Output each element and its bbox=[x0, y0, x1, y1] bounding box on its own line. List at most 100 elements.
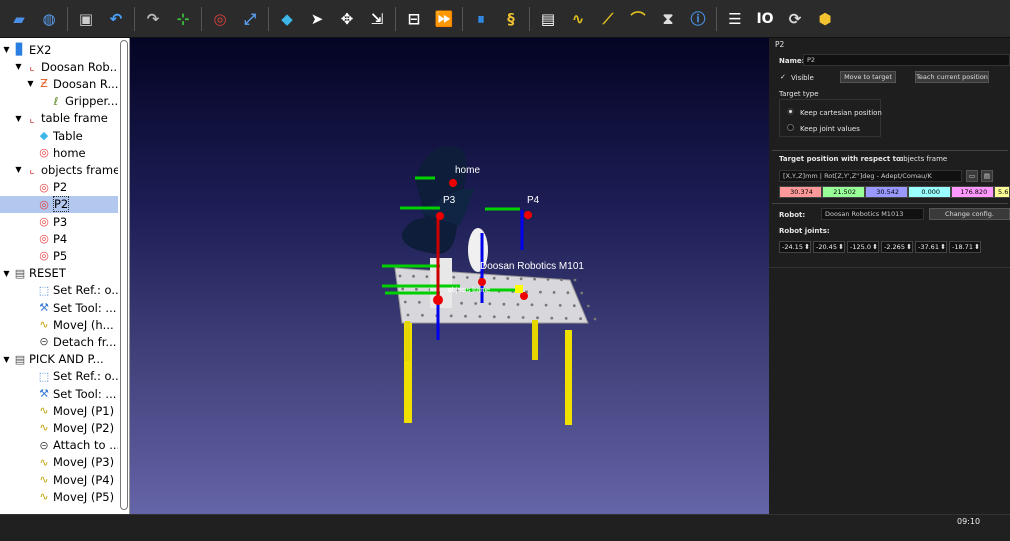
tree-item-reset-set-ref[interactable]: ⬚ Set Ref.: o... bbox=[0, 282, 118, 299]
move-reference-icon[interactable]: ⇲ bbox=[365, 7, 389, 31]
movej-icon[interactable]: ∿ bbox=[566, 7, 590, 31]
save-icon[interactable]: ▣ bbox=[74, 7, 98, 31]
python-icon[interactable]: § bbox=[499, 7, 523, 31]
io-icon[interactable]: IO bbox=[753, 7, 777, 31]
keep-cartesian-radio[interactable] bbox=[787, 108, 794, 115]
expand-arrow-icon[interactable]: ▼ bbox=[14, 165, 23, 174]
tree-item-attach[interactable]: ⊝ Attach to ... bbox=[0, 437, 118, 454]
pause-icon[interactable]: ⏸ bbox=[469, 7, 493, 31]
pose-value-3[interactable]: 30.542 bbox=[865, 186, 909, 198]
joint-4-spinbox[interactable]: -2.265 ⬍ bbox=[881, 241, 913, 253]
pose-value-4[interactable]: 0.000 bbox=[908, 186, 952, 198]
spin-arrows-icon[interactable]: ⬍ bbox=[974, 243, 980, 251]
list-icon[interactable]: ☰ bbox=[723, 7, 747, 31]
pause-instruction-icon[interactable]: ⧗ bbox=[656, 7, 680, 31]
open-icon[interactable]: ▰ bbox=[7, 7, 31, 31]
expand-arrow-icon[interactable]: ▼ bbox=[14, 62, 23, 71]
tree-scrollbar-thumb[interactable] bbox=[120, 40, 128, 510]
target-position-label: Target position with respect to: bbox=[779, 155, 904, 163]
fast-run-icon[interactable]: ⏩ bbox=[432, 7, 456, 31]
spin-arrows-icon[interactable]: ⬍ bbox=[906, 243, 912, 251]
pose-value-1[interactable]: 30.374 bbox=[779, 186, 823, 198]
robot-select[interactable]: Doosan Robotics M1013 bbox=[821, 208, 924, 220]
tree-item-reset[interactable]: ▼ ▤ RESET bbox=[0, 265, 118, 282]
tree-item-ex2[interactable]: ▼ ▊ EX2 bbox=[0, 41, 118, 58]
pose-value-2[interactable]: 21.502 bbox=[822, 186, 866, 198]
reset-icon[interactable]: ⟳ bbox=[783, 7, 807, 31]
spin-arrows-icon[interactable]: ⬍ bbox=[838, 243, 844, 251]
tree-item-objects-frame[interactable]: ▼ ⌞ objects frame bbox=[0, 161, 118, 178]
tree-item-p5[interactable]: ◎ P5 bbox=[0, 247, 118, 264]
joint-1-spinbox[interactable]: -24.15 ⬍ bbox=[779, 241, 811, 253]
tree-item-table[interactable]: ◆ Table bbox=[0, 127, 118, 144]
movec-icon[interactable]: ⌒ bbox=[626, 7, 650, 31]
tree-item-p2-b[interactable]: ◎ P2 bbox=[0, 195, 118, 213]
movel-icon[interactable]: ⟋ bbox=[596, 7, 620, 31]
pose-value-5[interactable]: 176.820 bbox=[951, 186, 995, 198]
fit-all-icon[interactable]: ⤢ bbox=[238, 7, 262, 31]
tree-scrollbar[interactable] bbox=[118, 38, 129, 514]
frame-icon: ⌞ bbox=[29, 60, 35, 74]
tree-item-doosan-robot-base[interactable]: ▼ ⌞ Doosan Rob... bbox=[0, 58, 118, 75]
expand-arrow-icon[interactable]: ▼ bbox=[14, 114, 23, 123]
select-icon[interactable]: ➤ bbox=[305, 7, 329, 31]
3d-viewport[interactable]: home P3 P4 Doosan Robotics M101 objects … bbox=[130, 38, 769, 514]
tree-item-doosan-robot[interactable]: ▼ Ƶ Doosan R... bbox=[0, 75, 118, 92]
spin-arrows-icon[interactable]: ⬍ bbox=[872, 243, 878, 251]
joint-3-spinbox[interactable]: -125.0 ⬍ bbox=[847, 241, 879, 253]
tree-item-movej-p1[interactable]: ∿ MoveJ (P1) bbox=[0, 402, 118, 419]
copy-icon[interactable]: ▭ bbox=[966, 170, 978, 182]
joint-6-spinbox[interactable]: -18.71 ⬍ bbox=[949, 241, 981, 253]
add-program-icon[interactable]: ▤ bbox=[536, 7, 560, 31]
tree-item-pick-and-place[interactable]: ▼ ▤ PICK AND P... bbox=[0, 351, 118, 368]
collision-icon[interactable]: ⬢ bbox=[813, 7, 837, 31]
change-config-button[interactable]: Change config. bbox=[929, 208, 1010, 220]
spin-arrows-icon[interactable]: ⬍ bbox=[940, 243, 946, 251]
cube-view-icon[interactable]: ◆ bbox=[275, 7, 299, 31]
tree-item-reset-detach[interactable]: ⊝ Detach fr... bbox=[0, 333, 118, 350]
tree-item-movej-p2[interactable]: ∿ MoveJ (P2) bbox=[0, 419, 118, 436]
joint-2-spinbox[interactable]: -20.45 ⬍ bbox=[813, 241, 845, 253]
tree-item-label: PICK AND P... bbox=[29, 352, 104, 367]
tree-item-home[interactable]: ◎ home bbox=[0, 144, 118, 161]
set-tool-icon: ⚒ bbox=[39, 387, 49, 400]
expand-arrow-icon[interactable]: ▼ bbox=[2, 45, 11, 54]
tree-item-gripper[interactable]: ℓ Gripper... bbox=[0, 93, 118, 110]
tree-item-pnp-set-tool[interactable]: ⚒ Set Tool: ... bbox=[0, 385, 118, 402]
pose-format-select[interactable]: [X,Y,Z]mm | Rot[Z,Y',Z'']deg - Adept/Com… bbox=[779, 170, 962, 182]
move-to-target-button[interactable]: Move to target bbox=[840, 71, 896, 83]
tree-item-table-frame[interactable]: ▼ ⌞ table frame bbox=[0, 110, 118, 127]
tree-item-reset-set-tool[interactable]: ⚒ Set Tool: ... bbox=[0, 299, 118, 316]
add-frame-icon[interactable]: ⊹ bbox=[171, 7, 195, 31]
tree-item-movej-p3[interactable]: ∿ MoveJ (P3) bbox=[0, 454, 118, 471]
paste-icon[interactable]: ▤ bbox=[981, 170, 993, 182]
tree-item-label: Doosan Rob... bbox=[41, 59, 118, 74]
expand-arrow-icon[interactable]: ▼ bbox=[26, 79, 35, 88]
expand-arrow-icon[interactable]: ▼ bbox=[2, 355, 11, 364]
tree-item-p4[interactable]: ◎ P4 bbox=[0, 230, 118, 247]
tool-select-icon[interactable]: ⊟ bbox=[402, 7, 426, 31]
tree-item-movej-p5[interactable]: ∿ MoveJ (P5) bbox=[0, 488, 118, 505]
teach-current-position-button[interactable]: Teach current position bbox=[915, 71, 989, 83]
joint-5-spinbox[interactable]: -37.61 ⬍ bbox=[915, 241, 947, 253]
tree-item-reset-movej-home[interactable]: ∿ MoveJ (h... bbox=[0, 316, 118, 333]
tree-item-p2-a[interactable]: ◎ P2 bbox=[0, 179, 118, 196]
add-target-icon[interactable]: ◎ bbox=[208, 7, 232, 31]
tree-item-label: MoveJ (h... bbox=[53, 317, 114, 332]
tree-item-pnp-set-ref[interactable]: ⬚ Set Ref.: o... bbox=[0, 368, 118, 385]
globe-icon[interactable]: ◍ bbox=[37, 7, 61, 31]
clock: 09:10 bbox=[957, 517, 981, 526]
expand-arrow-icon[interactable]: ▼ bbox=[2, 269, 11, 278]
undo-icon[interactable]: ↶ bbox=[104, 7, 128, 31]
name-field[interactable]: P2 bbox=[803, 54, 1010, 66]
reference-frame-value[interactable]: objects frame bbox=[899, 155, 947, 163]
tree-item-movej-p4[interactable]: ∿ MoveJ (P4) bbox=[0, 471, 118, 488]
keep-joint-radio[interactable] bbox=[787, 124, 794, 131]
pose-value-6[interactable]: 5.6 bbox=[994, 186, 1010, 198]
redo-icon[interactable]: ↷ bbox=[141, 7, 165, 31]
move-frame-icon[interactable]: ✥ bbox=[335, 7, 359, 31]
visible-checkbox[interactable]: ✓ bbox=[780, 73, 786, 81]
spin-arrows-icon[interactable]: ⬍ bbox=[804, 243, 810, 251]
info-icon[interactable]: ⓘ bbox=[686, 7, 710, 31]
tree-item-p3[interactable]: ◎ P3 bbox=[0, 213, 118, 230]
